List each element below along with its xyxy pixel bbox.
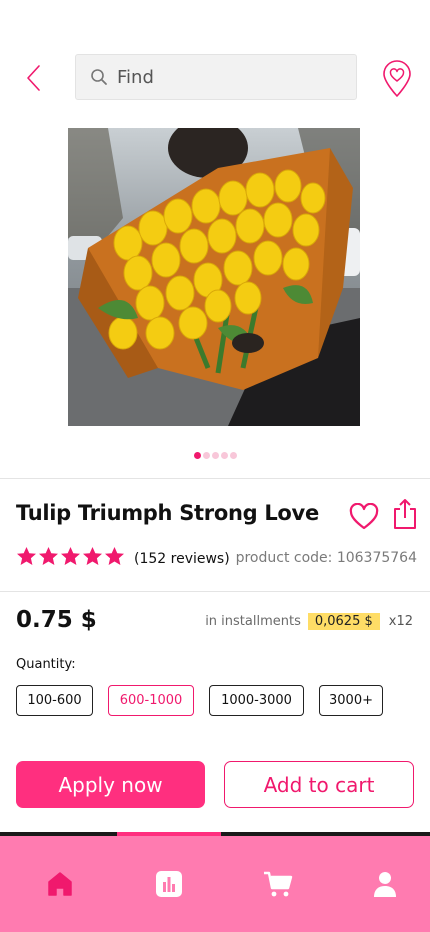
search-icon	[91, 69, 107, 85]
cart-icon	[264, 871, 293, 897]
quantity-option-3000-plus[interactable]: 3000+	[319, 685, 383, 716]
gallery-dot-5[interactable]	[229, 452, 237, 459]
divider	[0, 478, 430, 479]
favorite-button[interactable]	[349, 502, 379, 531]
reviews-count[interactable]: (152 reviews)	[134, 551, 230, 567]
gallery-dot-2[interactable]	[202, 452, 210, 459]
quantity-option-600-1000[interactable]: 600-1000	[108, 685, 194, 716]
product-image[interactable]	[68, 128, 360, 426]
price: 0.75 $	[16, 607, 97, 633]
quantity-label: Quantity:	[16, 657, 76, 672]
top-bar	[0, 54, 430, 102]
installments-label: in installments	[205, 614, 301, 629]
apply-now-button[interactable]: Apply now	[16, 761, 205, 808]
star-icon	[82, 546, 103, 572]
nav-stats[interactable]	[153, 868, 185, 900]
divider	[0, 591, 430, 592]
share-icon	[394, 499, 416, 529]
heart-icon	[349, 502, 379, 530]
heart-location-pin-icon	[383, 60, 411, 97]
profile-icon	[374, 872, 396, 897]
rating-row[interactable]: (152 reviews)	[16, 546, 230, 572]
product-code: product code: 106375764	[235, 550, 417, 566]
location-button[interactable]	[381, 60, 413, 98]
stats-icon	[156, 871, 182, 897]
chevron-left-icon	[27, 65, 40, 91]
search-box[interactable]	[75, 54, 357, 100]
installment-count: x12	[388, 614, 413, 629]
gallery-dot-1[interactable]	[193, 452, 201, 459]
star-icon	[38, 546, 59, 572]
star-icon	[60, 546, 81, 572]
nav-profile[interactable]	[369, 868, 401, 900]
installment-amount: 0,0625 $	[307, 613, 380, 630]
quantity-option-100-600[interactable]: 100-600	[16, 685, 93, 716]
search-input[interactable]	[117, 66, 337, 88]
share-button[interactable]	[392, 497, 418, 531]
nav-cart[interactable]	[262, 868, 294, 900]
quantity-option-1000-3000[interactable]: 1000-3000	[209, 685, 304, 716]
gallery-pagination	[0, 452, 430, 459]
product-title: Tulip Triumph Strong Love	[16, 501, 319, 525]
star-icon	[16, 546, 37, 572]
gallery-dot-4[interactable]	[220, 452, 228, 459]
star-icon	[104, 546, 125, 572]
bottom-nav	[0, 836, 430, 932]
back-button[interactable]	[22, 62, 46, 94]
add-to-cart-button[interactable]: Add to cart	[224, 761, 414, 808]
rating-stars	[16, 546, 125, 572]
gallery-dot-3[interactable]	[211, 452, 219, 459]
nav-home[interactable]	[44, 868, 76, 900]
home-icon	[48, 872, 72, 896]
installments-info: in installments 0,0625 $ x12	[205, 613, 413, 630]
